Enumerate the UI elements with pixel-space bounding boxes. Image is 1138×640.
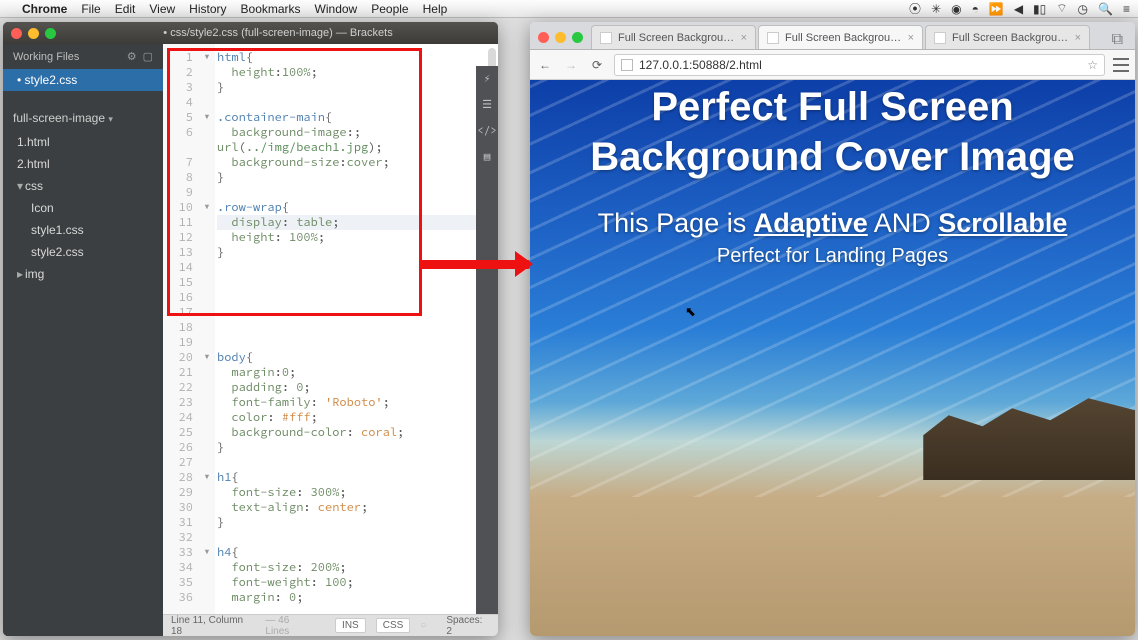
- tray-icon[interactable]: ⦿: [909, 0, 921, 17]
- menubar-tray: ⦿ ✳ ◉ ◓ ⏩ ◀ ▮▯ ⌔ ◷ 🔍 ≡: [909, 0, 1130, 17]
- chrome-menu-button[interactable]: [1113, 58, 1129, 72]
- browser-tab[interactable]: Full Screen Background×: [925, 25, 1090, 49]
- page-viewport: Perfect Full Screen Background Cover Ima…: [530, 80, 1135, 636]
- clock-icon[interactable]: ◷: [1078, 2, 1088, 16]
- address-bar[interactable]: 127.0.0.1:50888/2.html ☆: [614, 54, 1105, 76]
- close-tab-icon[interactable]: ×: [741, 32, 747, 44]
- page-h2: This Page is Adaptive AND Scrollable: [550, 208, 1115, 239]
- tree-item[interactable]: style2.css: [3, 241, 163, 263]
- brackets-statusbar: Line 11, Column 18 — 46 Lines INS CSS ○ …: [163, 614, 498, 636]
- mouse-cursor-icon: ⬉: [685, 304, 696, 320]
- menu-icon[interactable]: ≡: [1123, 2, 1130, 16]
- tree-item[interactable]: 2.html: [3, 153, 163, 175]
- working-files-header: Working Files ⚙ ▢: [3, 44, 163, 69]
- favicon-icon: [767, 32, 779, 44]
- tree-item[interactable]: Icon: [3, 197, 163, 219]
- project-name[interactable]: full-screen-image ▾: [3, 105, 163, 131]
- chrome-tabstrip: Full Screen Background×Full Screen Backg…: [530, 22, 1135, 50]
- battery-icon[interactable]: ▮▯: [1033, 2, 1046, 16]
- new-tab-button[interactable]: ⧉: [1106, 31, 1129, 49]
- chrome-toolbar: ← → ⟳ 127.0.0.1:50888/2.html ☆: [530, 50, 1135, 80]
- tray-icon[interactable]: ◉: [951, 2, 961, 16]
- reload-button[interactable]: ⟳: [588, 56, 606, 74]
- url-text: 127.0.0.1:50888/2.html: [639, 58, 762, 72]
- working-files-label: Working Files: [13, 51, 79, 63]
- split-icon[interactable]: ▢: [143, 50, 153, 63]
- traffic-lights[interactable]: [538, 32, 583, 43]
- forward-button[interactable]: →: [562, 56, 580, 74]
- annotation-arrow: [420, 260, 530, 269]
- panel-icon[interactable]: ▤: [476, 144, 498, 170]
- status-circle[interactable]: ○: [420, 620, 426, 631]
- tree-item[interactable]: style1.css: [3, 219, 163, 241]
- menu-bookmarks[interactable]: Bookmarks: [241, 2, 301, 16]
- brackets-title: • css/style2.css (full-screen-image) — B…: [66, 27, 490, 39]
- browser-tab[interactable]: Full Screen Background×: [758, 25, 923, 49]
- menu-help[interactable]: Help: [423, 2, 448, 16]
- menubar-app[interactable]: Chrome: [22, 2, 67, 16]
- wifi-icon[interactable]: ⌔: [1056, 1, 1067, 16]
- status-lines: — 46 Lines: [265, 615, 315, 637]
- brackets-sidebar: Working Files ⚙ ▢ • style2.css full-scree…: [3, 44, 163, 636]
- tree-item[interactable]: ▸img: [3, 263, 163, 285]
- tree-item[interactable]: 1.html: [3, 131, 163, 153]
- chrome-window: Full Screen Background×Full Screen Backg…: [530, 22, 1135, 636]
- tree-item[interactable]: ▾css: [3, 175, 163, 197]
- browser-tab[interactable]: Full Screen Background×: [591, 25, 756, 49]
- tray-icon[interactable]: ◀: [1014, 2, 1023, 16]
- gutter: 1234567891011121314151617181920212223242…: [163, 44, 199, 614]
- mac-menubar: Chrome File Edit View History Bookmarks …: [0, 0, 1138, 18]
- live-preview-icon[interactable]: ⚡: [476, 66, 498, 92]
- spotlight-icon[interactable]: 🔍: [1098, 2, 1113, 16]
- page-icon: [621, 59, 633, 71]
- traffic-lights[interactable]: [11, 28, 56, 39]
- menu-file[interactable]: File: [81, 2, 100, 16]
- brackets-titlebar[interactable]: • css/style2.css (full-screen-image) — B…: [3, 22, 498, 44]
- code-icon[interactable]: </>: [476, 118, 498, 144]
- status-lang[interactable]: CSS: [376, 618, 411, 633]
- status-position: Line 11, Column 18: [171, 615, 255, 637]
- menu-view[interactable]: View: [149, 2, 175, 16]
- menu-history[interactable]: History: [189, 2, 226, 16]
- gear-icon[interactable]: ⚙: [127, 50, 137, 63]
- favicon-icon: [934, 32, 946, 44]
- menu-window[interactable]: Window: [315, 2, 358, 16]
- working-file-item[interactable]: • style2.css: [3, 69, 163, 91]
- fold-column[interactable]: ▼▼▼▼▼▼: [199, 44, 215, 614]
- menu-people[interactable]: People: [371, 2, 408, 16]
- back-button[interactable]: ←: [536, 56, 554, 74]
- close-tab-icon[interactable]: ×: [908, 32, 914, 44]
- code-editor[interactable]: 1234567891011121314151617181920212223242…: [163, 44, 498, 614]
- tray-icon[interactable]: ✳: [931, 2, 941, 16]
- tray-icon[interactable]: ◓: [972, 2, 979, 16]
- brackets-rightbar: ⚡ ☰ </> ▤: [476, 66, 498, 614]
- status-spaces[interactable]: Spaces: 2: [446, 615, 490, 637]
- page-content: Perfect Full Screen Background Cover Ima…: [530, 80, 1135, 268]
- status-ins[interactable]: INS: [335, 618, 366, 633]
- brackets-window: • css/style2.css (full-screen-image) — B…: [3, 22, 498, 636]
- close-tab-icon[interactable]: ×: [1075, 32, 1081, 44]
- page-h3: Perfect for Landing Pages: [550, 245, 1115, 268]
- page-h1: Perfect Full Screen Background Cover Ima…: [550, 82, 1115, 182]
- extensions-icon[interactable]: ☰: [476, 92, 498, 118]
- tray-icon[interactable]: ⏩: [989, 2, 1004, 16]
- favicon-icon: [600, 32, 612, 44]
- menu-edit[interactable]: Edit: [115, 2, 136, 16]
- code-area[interactable]: html{ height:100%;}.container-main{ back…: [215, 44, 498, 614]
- bookmark-star-icon[interactable]: ☆: [1087, 58, 1098, 72]
